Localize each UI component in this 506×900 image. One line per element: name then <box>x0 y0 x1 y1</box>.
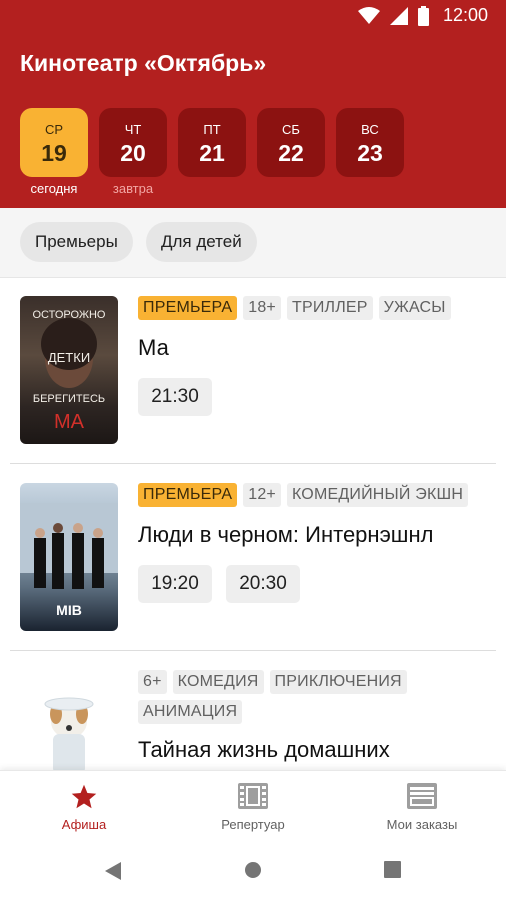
day-caption: завтра <box>112 181 154 196</box>
nav-label: Репертуар <box>221 817 285 832</box>
day-number: 22 <box>278 140 304 166</box>
session-button[interactable]: 20:30 <box>226 565 300 603</box>
poster-image <box>44 697 94 770</box>
tag-genre: КОМЕДИЙНЫЙ ЭКШН <box>286 483 469 507</box>
tag-age: 12+ <box>243 483 281 507</box>
day-caption: сегодня <box>30 181 78 196</box>
signal-icon <box>389 6 408 25</box>
day-wed[interactable]: СР 19 сегодня <box>20 108 88 196</box>
day-number: 21 <box>199 140 225 166</box>
tag-list: ПРЕМЬЕРА 12+ КОМЕДИЙНЫЙ ЭКШН <box>138 483 488 507</box>
tag-premiere: ПРЕМЬЕРА <box>138 483 238 507</box>
poster-title-line: БЕРЕГИТЕСЬ <box>33 393 105 405</box>
day-fri[interactable]: ПТ 21 <box>178 108 246 177</box>
tag-premiere: ПРЕМЬЕРА <box>138 296 238 320</box>
movie-item[interactable]: 6+ КОМЕДИЯ ПРИКЛЮЧЕНИЯ АНИМАЦИЯ Тайная ж… <box>0 651 506 770</box>
poster-title-line: МА <box>54 411 85 433</box>
tag-genre: УЖАСЫ <box>378 296 451 320</box>
nav-orders[interactable]: Мои заказы <box>338 771 506 844</box>
filter-premieres[interactable]: Премьеры <box>20 222 133 262</box>
filter-kids[interactable]: Для детей <box>146 222 257 262</box>
session-list: 21:30 <box>138 378 212 416</box>
movie-poster[interactable] <box>20 670 118 770</box>
day-of-week: СР <box>44 122 64 137</box>
tag-list: ПРЕМЬЕРА 18+ ТРИЛЛЕР УЖАСЫ <box>138 296 488 320</box>
day-of-week: СБ <box>282 122 300 137</box>
movie-title[interactable]: Тайная жизнь домашних <box>138 737 390 763</box>
poster-title-line: ДЕТКИ <box>48 350 90 365</box>
day-number: 19 <box>41 140 67 166</box>
star-icon <box>0 783 168 811</box>
nav-afisha[interactable]: Афиша <box>0 771 168 844</box>
day-of-week: ПТ <box>203 122 221 137</box>
back-icon[interactable] <box>104 861 122 881</box>
tickets-icon <box>338 783 506 811</box>
poster-title-line: MIB <box>56 602 82 618</box>
day-of-week: ВС <box>361 122 379 137</box>
recents-icon[interactable] <box>384 861 401 878</box>
day-of-week: ЧТ <box>124 122 142 137</box>
battery-icon <box>417 5 429 26</box>
movie-item[interactable]: ОСТОРОЖНО ДЕТКИ БЕРЕГИТЕСЬ МА ПРЕМЬЕРА 1… <box>0 277 506 463</box>
session-list: 19:20 20:30 <box>138 565 300 603</box>
poster-image: MIB <box>20 503 118 618</box>
poster-image: ОСТОРОЖНО ДЕТКИ БЕРЕГИТЕСЬ МА <box>33 309 106 433</box>
nav-label: Мои заказы <box>386 817 458 832</box>
movie-poster[interactable]: ОСТОРОЖНО ДЕТКИ БЕРЕГИТЕСЬ МА <box>20 296 118 444</box>
nav-label: Афиша <box>61 817 107 832</box>
session-button[interactable]: 21:30 <box>138 378 212 416</box>
tag-genre: АНИМАЦИЯ <box>138 700 243 724</box>
tag-genre: ПРИКЛЮЧЕНИЯ <box>269 670 407 694</box>
day-sun[interactable]: ВС 23 <box>336 108 404 177</box>
nav-repertoire[interactable]: Репертуар <box>169 771 337 844</box>
poster-title-line: ОСТОРОЖНО <box>33 309 106 321</box>
tag-genre: ТРИЛЛЕР <box>286 296 373 320</box>
status-bar: 12:00 <box>0 0 506 32</box>
wifi-icon <box>357 6 380 24</box>
day-number: 23 <box>357 140 383 166</box>
session-button[interactable]: 19:20 <box>138 565 212 603</box>
day-number: 20 <box>120 140 146 166</box>
home-icon[interactable] <box>244 861 262 879</box>
page-title: Кинотеатр «Октябрь» <box>20 50 267 76</box>
filter-bar: Премьеры Для детей <box>0 208 506 278</box>
app-header: 12:00 Кинотеатр «Октябрь» СР 19 сегодня … <box>0 0 506 208</box>
movie-title[interactable]: Люди в черном: Интернэшнл <box>138 522 433 548</box>
movie-item[interactable]: MIB ПРЕМЬЕРА 12+ КОМЕДИЙНЫЙ ЭКШН Люди в … <box>0 464 506 650</box>
tag-age: 6+ <box>138 670 167 694</box>
film-icon <box>169 783 337 811</box>
day-sat[interactable]: СБ 22 <box>257 108 325 177</box>
day-thu[interactable]: ЧТ 20 завтра <box>99 108 167 196</box>
tag-age: 18+ <box>243 296 281 320</box>
status-icons: 12:00 <box>357 5 488 26</box>
date-selector: СР 19 сегодня ЧТ 20 завтра ПТ 21 СБ 22 В… <box>20 108 404 196</box>
system-navigation-bar <box>0 843 506 900</box>
tag-genre: КОМЕДИЯ <box>172 670 264 694</box>
status-time: 12:00 <box>442 5 488 25</box>
tag-list: 6+ КОМЕДИЯ ПРИКЛЮЧЕНИЯ АНИМАЦИЯ <box>138 670 488 724</box>
movie-title[interactable]: Ма <box>138 335 169 361</box>
bottom-navigation: Афиша Репертуар Мои заказы <box>0 770 506 844</box>
movie-poster[interactable]: MIB <box>20 483 118 631</box>
